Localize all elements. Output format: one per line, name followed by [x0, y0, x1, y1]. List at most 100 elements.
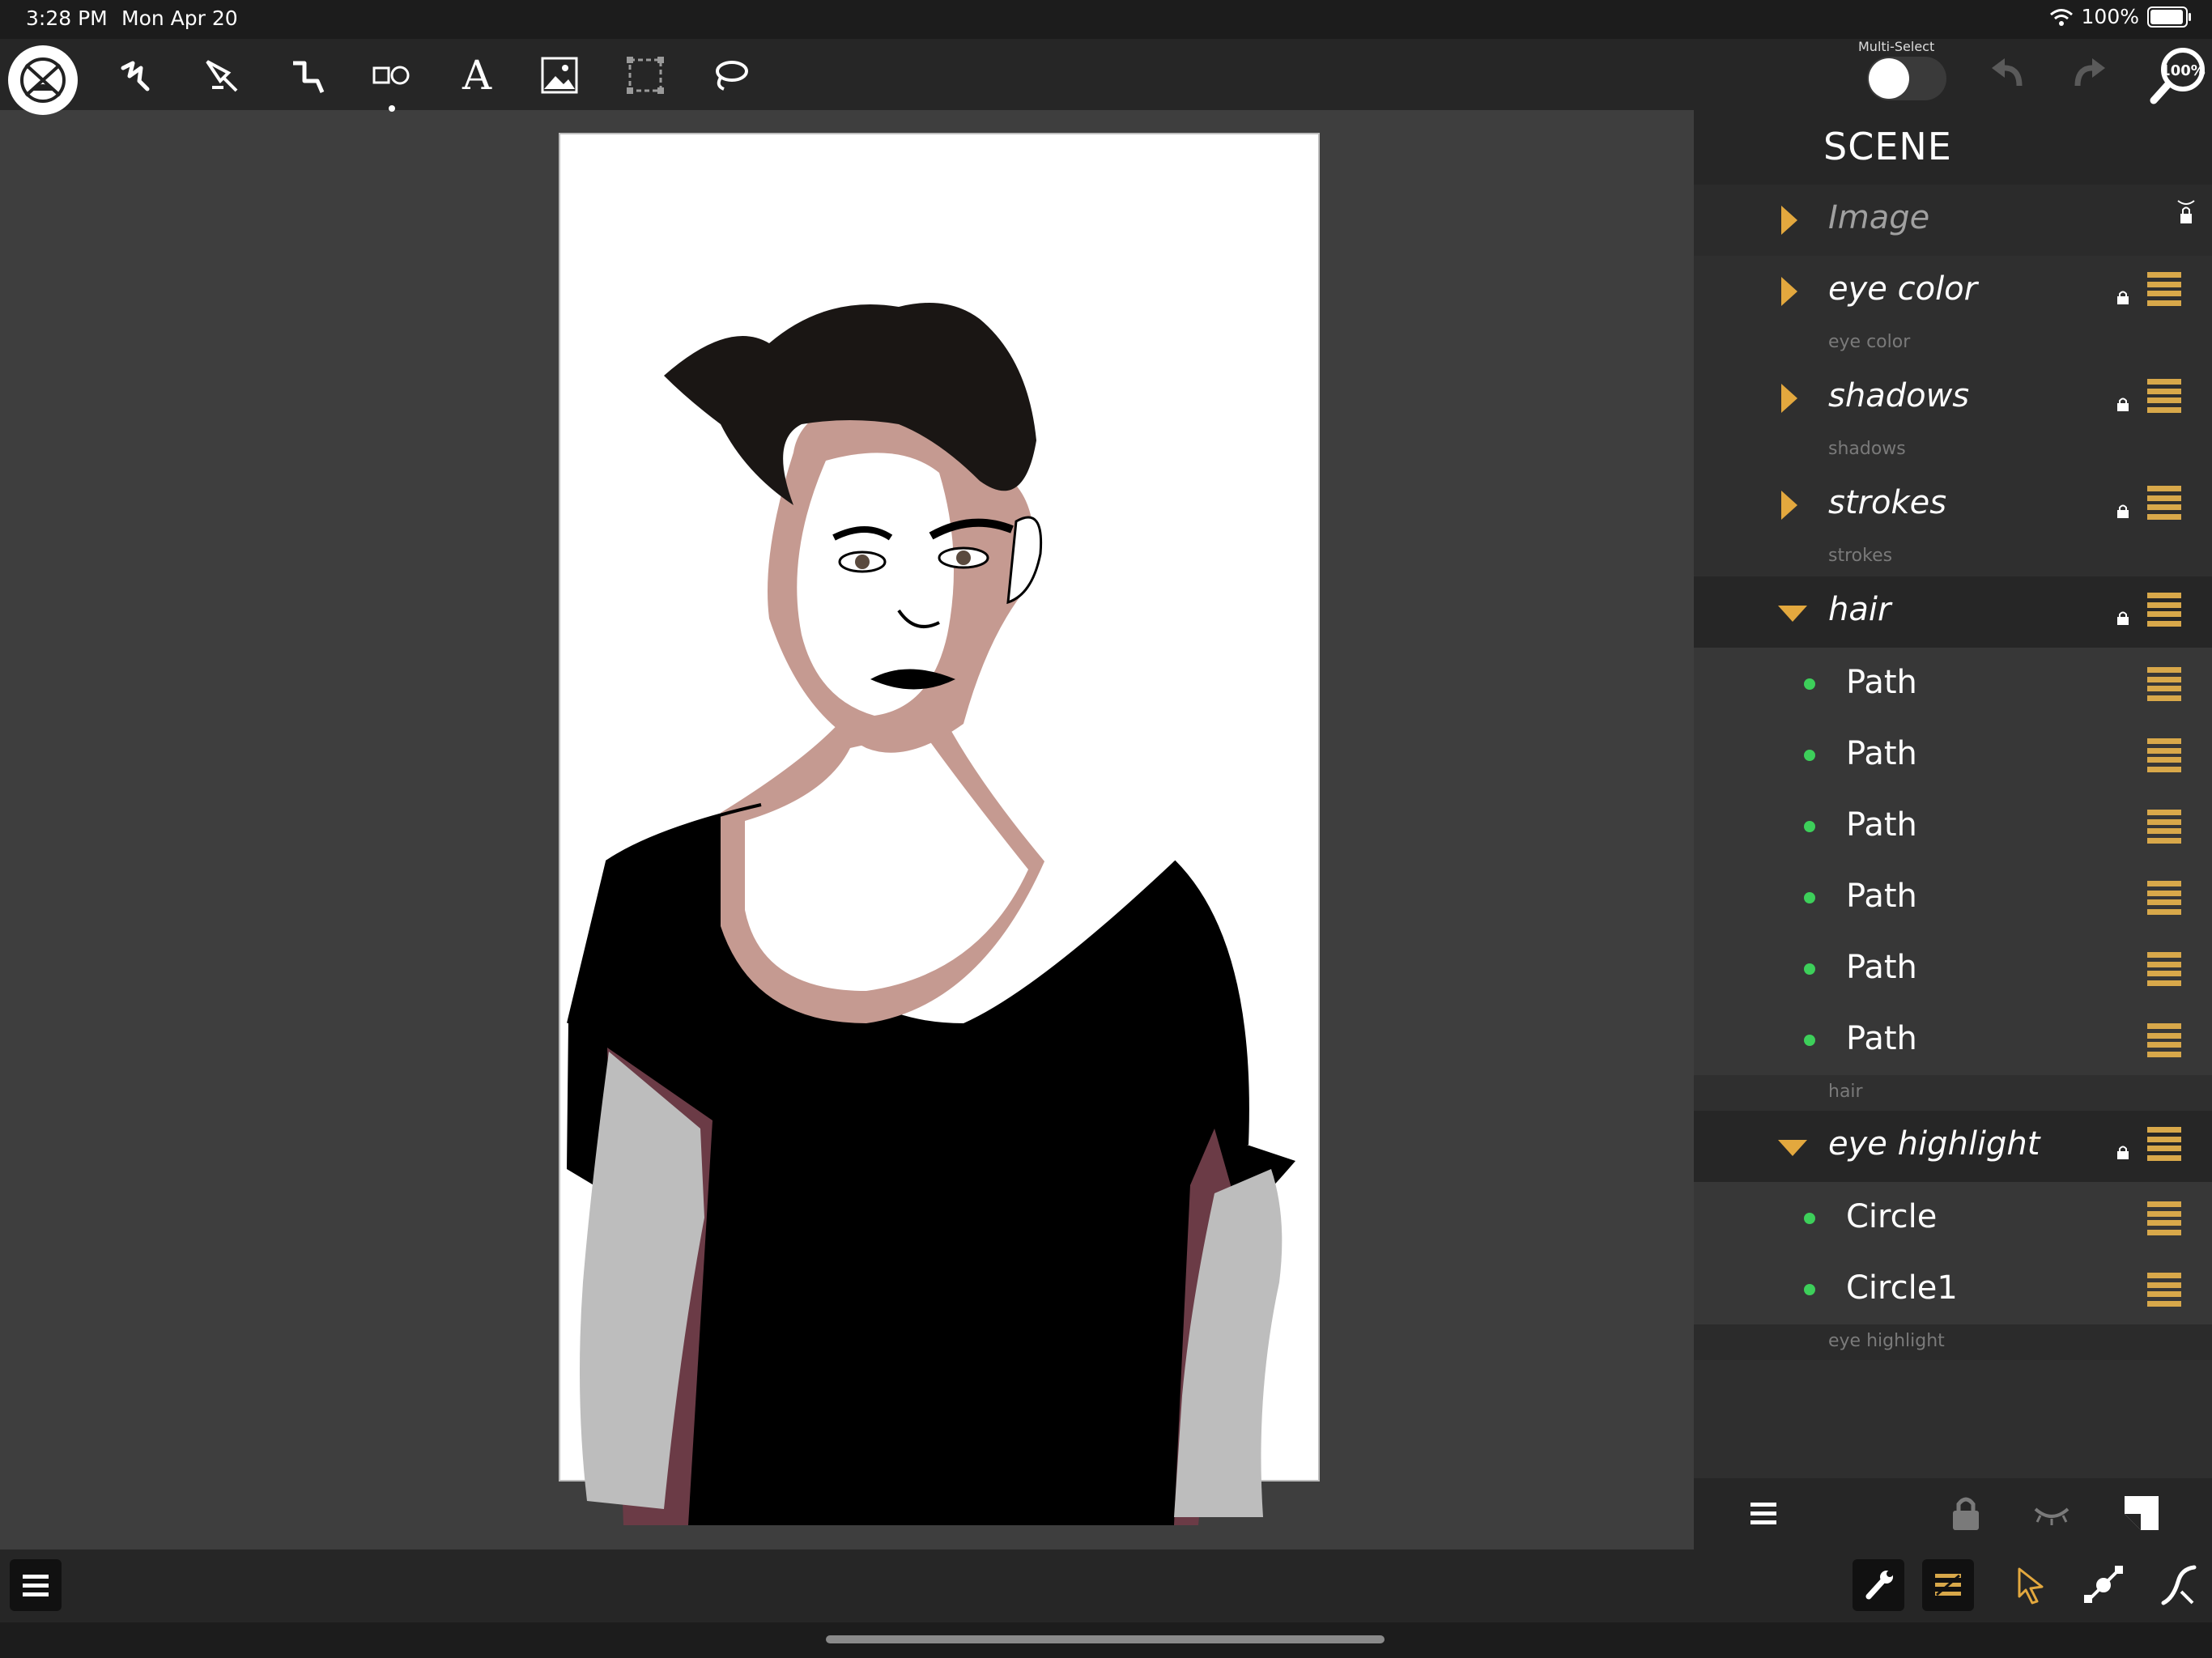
hair-children: Path Path Path Path Path Path — [1694, 648, 2212, 1075]
visible-dot-icon — [1804, 892, 1815, 903]
layer-name: Image — [1828, 199, 1930, 236]
lock-icon[interactable] — [2116, 290, 2129, 304]
eye-highlight-children: Circle Circle1 — [1694, 1182, 2212, 1324]
lock-icon[interactable] — [2116, 504, 2129, 518]
lasso-icon[interactable] — [703, 49, 756, 102]
artwork[interactable] — [559, 133, 1320, 1541]
lock-icon[interactable] — [2116, 397, 2129, 411]
drag-handle-icon[interactable] — [2147, 486, 2181, 520]
expand-arrow-icon[interactable] — [1781, 384, 1797, 413]
drag-handle-icon[interactable] — [2147, 593, 2181, 627]
drag-handle-icon[interactable] — [2147, 667, 2181, 701]
tools-button[interactable] — [1853, 1559, 1904, 1611]
freehand-icon[interactable] — [112, 49, 165, 102]
expand-arrow-icon[interactable] — [1781, 206, 1797, 235]
new-layer-icon[interactable] — [2121, 1493, 2162, 1533]
zoom-icon[interactable]: 100% — [2146, 44, 2210, 108]
collapse-arrow-icon[interactable] — [1778, 1140, 1807, 1156]
status-time: 3:28 PM — [26, 6, 108, 30]
drag-handle-icon[interactable] — [2147, 738, 2181, 772]
status-bar: 3:28 PM Mon Apr 20 100% — [0, 0, 2212, 39]
shapes-icon[interactable] — [364, 49, 418, 112]
layer-name: strokes — [1828, 484, 1947, 521]
expand-arrow-icon[interactable] — [1781, 491, 1797, 520]
child-row[interactable]: Circle1 — [1694, 1253, 2212, 1324]
drag-handle-icon[interactable] — [2147, 952, 2181, 986]
drag-handle-icon[interactable] — [2147, 1273, 2181, 1307]
layer-name: eye highlight — [1828, 1125, 2040, 1163]
brush-icon[interactable] — [2157, 1562, 2199, 1608]
image-icon[interactable] — [533, 49, 586, 102]
visible-dot-icon — [1804, 750, 1815, 761]
child-row[interactable]: Path — [1694, 1004, 2212, 1075]
child-row[interactable]: Path — [1694, 933, 2212, 1004]
main-menu-button[interactable] — [10, 1559, 62, 1611]
layer-name: eye color — [1828, 270, 1978, 308]
battery-icon — [2147, 6, 2191, 28]
layer-strokes[interactable]: strokes strokes — [1694, 470, 2212, 576]
layer-menu-icon[interactable] — [1747, 1499, 1780, 1528]
child-name: Circle — [1846, 1198, 1938, 1235]
drag-handle-icon[interactable] — [2147, 1201, 2181, 1235]
drag-handle-icon[interactable] — [2147, 1023, 2181, 1057]
child-row[interactable]: Path — [1694, 719, 2212, 790]
node-edit-icon[interactable] — [2081, 1562, 2126, 1608]
app-menu-icon[interactable] — [8, 45, 78, 115]
hamburger-icon — [23, 1575, 49, 1596]
visible-dot-icon — [1804, 678, 1815, 690]
scene-panel-footer — [1694, 1478, 2212, 1550]
child-row[interactable]: Path — [1694, 790, 2212, 861]
child-row[interactable]: Path — [1694, 648, 2212, 719]
collapse-arrow-icon[interactable] — [1778, 606, 1807, 622]
layers-button[interactable] — [1922, 1559, 1974, 1611]
text-icon[interactable]: A — [450, 49, 504, 102]
layer-eye-color[interactable]: eye color eye color — [1694, 256, 2212, 363]
drag-handle-icon[interactable] — [2147, 379, 2181, 413]
multi-select-toggle[interactable] — [1867, 57, 1946, 100]
wrench-icon — [1865, 1571, 1893, 1600]
drag-handle-icon[interactable] — [2147, 810, 2181, 844]
home-indicator[interactable] — [826, 1635, 1385, 1643]
drag-handle-icon[interactable] — [2147, 1127, 2181, 1161]
wifi-icon — [2049, 8, 2073, 26]
visible-dot-icon — [1804, 821, 1815, 832]
layer-eye-highlight[interactable]: eye highlight — [1694, 1111, 2212, 1182]
child-name: Path — [1846, 949, 1917, 986]
layer-hair[interactable]: hair — [1694, 576, 2212, 648]
battery-percent: 100% — [2081, 5, 2139, 28]
child-row[interactable]: Circle — [1694, 1182, 2212, 1253]
layer-image[interactable]: Image — [1694, 185, 2212, 256]
drag-handle-icon[interactable] — [2147, 881, 2181, 915]
crop-icon[interactable] — [619, 49, 672, 102]
layer-sublabel: shadows — [1828, 439, 1906, 459]
redo-icon[interactable] — [2063, 49, 2116, 102]
undo-icon[interactable] — [1980, 49, 2034, 102]
eye-highlight-footer: eye highlight — [1694, 1324, 2212, 1360]
expand-arrow-icon[interactable] — [1781, 277, 1797, 306]
pen-icon[interactable] — [196, 49, 249, 102]
zoom-level: 100% — [2160, 62, 2206, 79]
layer-name: hair — [1828, 591, 1891, 628]
layer-sublabel: strokes — [1828, 546, 1893, 566]
multi-select-label: Multi-Select — [1858, 39, 1935, 54]
status-date: Mon Apr 20 — [121, 6, 238, 30]
child-row[interactable]: Path — [1694, 861, 2212, 933]
child-name: Circle1 — [1846, 1269, 1958, 1307]
hidden-eye-lock-icon[interactable] — [2176, 196, 2196, 228]
lock-icon[interactable] — [2116, 1145, 2129, 1159]
lock-icon[interactable] — [2116, 610, 2129, 625]
lock-all-icon[interactable] — [1950, 1494, 1982, 1533]
child-name: Path — [1846, 664, 1917, 701]
toggle-knob[interactable] — [1869, 58, 1909, 99]
layer-shadows[interactable]: shadows shadows — [1694, 363, 2212, 470]
scene-title: SCENE — [1823, 125, 1952, 168]
layers-icon — [1935, 1574, 1961, 1596]
hair-footer: hair — [1694, 1075, 2212, 1111]
select-arrow-icon[interactable] — [2014, 1566, 2047, 1606]
hide-all-icon[interactable] — [2032, 1503, 2071, 1527]
svg-text:A: A — [462, 52, 492, 99]
drag-handle-icon[interactable] — [2147, 272, 2181, 306]
visible-dot-icon — [1804, 963, 1815, 975]
bezigon-icon[interactable] — [280, 49, 334, 102]
visible-dot-icon — [1804, 1284, 1815, 1295]
